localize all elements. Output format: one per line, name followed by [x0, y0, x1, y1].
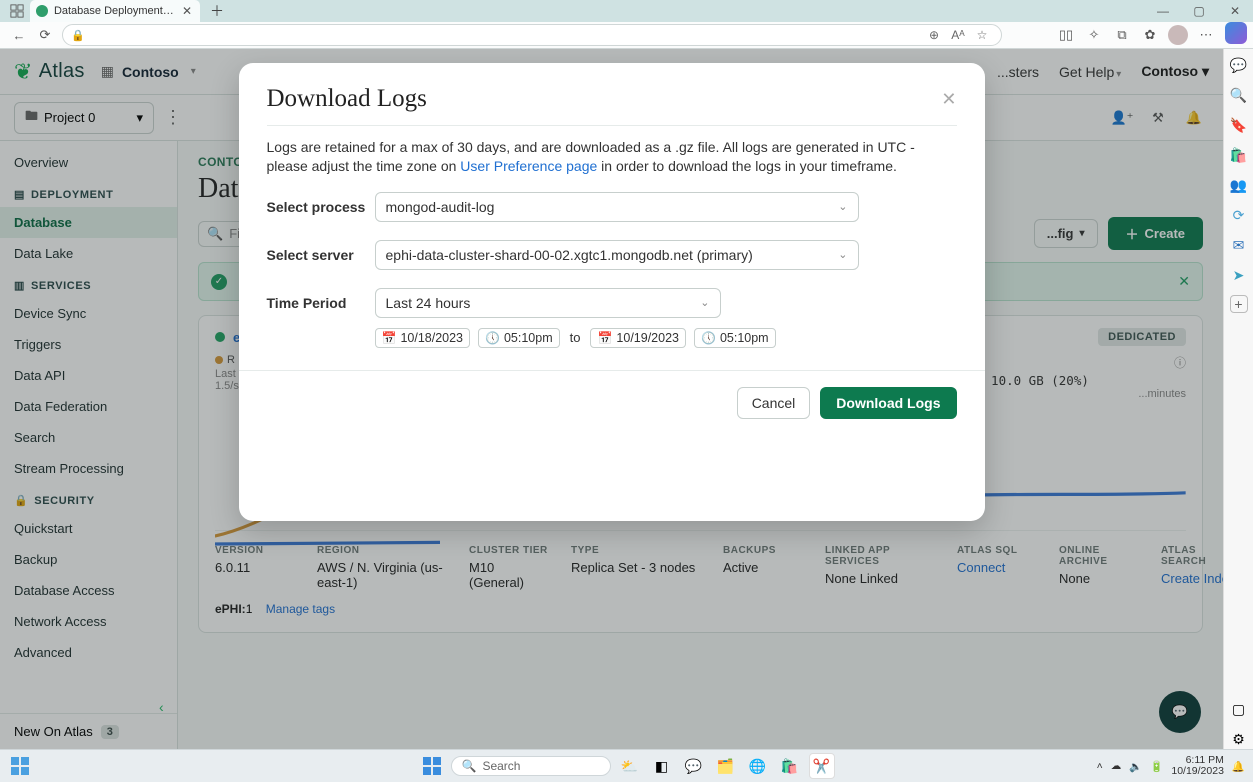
sidebar-add-button[interactable]: +: [1230, 295, 1248, 313]
window-minimize-button[interactable]: —: [1145, 0, 1181, 22]
favorites-bar-icon[interactable]: ✧: [1081, 22, 1107, 48]
window-controls: — ▢ ✕: [1145, 0, 1253, 22]
task-chat-icon[interactable]: 💬: [681, 753, 707, 779]
select-server-dropdown[interactable]: ephi-data-cluster-shard-00-02.xgtc1.mong…: [375, 240, 859, 270]
chevron-down-icon: ⌄: [700, 296, 709, 309]
task-edge-icon[interactable]: 🌐: [745, 753, 771, 779]
windows-taskbar: 🔍Search ⛅ ◧ 💬 🗂️ 🌐 🛍️ ✂️ ˄ ☁ 🔈 🔋 6:11 PM…: [0, 749, 1253, 782]
download-logs-button[interactable]: Download Logs: [820, 387, 956, 419]
window-close-button[interactable]: ✕: [1217, 0, 1253, 22]
taskbar-search-input[interactable]: 🔍Search: [451, 756, 611, 776]
tab-title: Database Deployments | Cloud:: [54, 5, 174, 17]
tag-icon[interactable]: 🔖: [1229, 115, 1249, 135]
extensions-icon[interactable]: ✿: [1137, 22, 1163, 48]
time-period-value: Last 24 hours: [386, 295, 471, 311]
task-weather-icon[interactable]: ⛅: [617, 753, 643, 779]
start-button[interactable]: [419, 753, 445, 779]
collections-icon[interactable]: ⧉: [1109, 22, 1135, 48]
tray-cloud-icon[interactable]: ☁: [1111, 760, 1122, 772]
favorite-icon[interactable]: ☆: [971, 24, 993, 46]
cancel-button[interactable]: Cancel: [737, 387, 811, 419]
select-process-value: mongod-audit-log: [386, 199, 495, 215]
text-size-icon[interactable]: Aᴬ: [947, 24, 969, 46]
profile-avatar[interactable]: [1165, 22, 1191, 48]
chevron-down-icon: ⌄: [838, 200, 847, 213]
nav-refresh-button[interactable]: ⟳: [32, 22, 58, 48]
browser-tabbar: Database Deployments | Cloud: ✕ ＋ — ▢ ✕: [0, 0, 1253, 22]
select-process-dropdown[interactable]: mongod-audit-log ⌄: [375, 192, 859, 222]
from-date-input[interactable]: 📅10/18/2023: [375, 328, 471, 348]
nav-back-button[interactable]: ←: [6, 22, 32, 48]
more-icon[interactable]: ⋯: [1193, 22, 1219, 48]
tab-overview-icon[interactable]: [4, 0, 30, 22]
search-icon: 🔍: [462, 759, 477, 773]
window-maximize-button[interactable]: ▢: [1181, 0, 1217, 22]
chevron-down-icon: ⌄: [838, 248, 847, 261]
zoom-icon[interactable]: ⊕: [923, 24, 945, 46]
mongodb-favicon-icon: [36, 5, 48, 17]
url-input[interactable]: 🔒 ⊕ Aᴬ ☆: [62, 24, 1002, 46]
time-period-label: Time Period: [267, 295, 375, 311]
to-label: to: [570, 330, 581, 345]
user-preference-link[interactable]: User Preference page: [460, 158, 597, 174]
clock-icon: 🕔: [701, 331, 716, 345]
download-logs-modal: Download Logs ✕ Logs are retained for a …: [239, 63, 985, 521]
lock-icon: 🔒: [71, 29, 85, 42]
time-period-dropdown[interactable]: Last 24 hours ⌄: [375, 288, 721, 318]
modal-title: Download Logs: [267, 85, 427, 113]
sidebar-panel-icon[interactable]: ▢: [1229, 699, 1249, 719]
split-screen-icon[interactable]: ▯▯: [1053, 22, 1079, 48]
tray-chevron-icon[interactable]: ˄: [1097, 760, 1103, 772]
modal-description: Logs are retained for a max of 30 days, …: [267, 138, 957, 176]
select-process-label: Select process: [267, 199, 375, 215]
task-store-icon[interactable]: 🛍️: [777, 753, 803, 779]
refresh-icon[interactable]: ⟳: [1229, 205, 1249, 225]
task-snip-icon[interactable]: ✂️: [809, 753, 835, 779]
select-server-label: Select server: [267, 247, 375, 263]
task-explorer-icon[interactable]: 🗂️: [713, 753, 739, 779]
tray-notifications-icon[interactable]: 🔔: [1232, 760, 1245, 773]
modal-overlay: Download Logs ✕ Logs are retained for a …: [0, 49, 1223, 749]
send-icon[interactable]: ➤: [1229, 265, 1249, 285]
outlook-icon[interactable]: ✉: [1229, 235, 1249, 255]
copilot-icon[interactable]: [1225, 22, 1247, 44]
search-icon[interactable]: 🔍: [1229, 85, 1249, 105]
edge-sidebar: 💬 🔍 🔖 🛍️ 👥 ⟳ ✉ ➤ + ▢ ⚙: [1223, 49, 1253, 749]
people-icon[interactable]: 👥: [1229, 175, 1249, 195]
calendar-icon: 📅: [382, 331, 397, 345]
widgets-button[interactable]: [8, 754, 32, 778]
calendar-icon: 📅: [597, 331, 612, 345]
browser-tab[interactable]: Database Deployments | Cloud: ✕: [30, 0, 200, 22]
sidebar-settings-icon[interactable]: ⚙: [1229, 729, 1249, 749]
clock-icon: 🕔: [485, 331, 500, 345]
tray-clock[interactable]: 6:11 PM 10/19/2023: [1171, 755, 1224, 777]
tray-battery-icon[interactable]: 🔋: [1150, 760, 1163, 773]
to-date-input[interactable]: 📅10/19/2023: [590, 328, 686, 348]
chat-icon[interactable]: 💬: [1229, 55, 1249, 75]
modal-close-icon[interactable]: ✕: [941, 89, 956, 110]
task-view-icon[interactable]: ◧: [649, 753, 675, 779]
tray-volume-icon[interactable]: 🔈: [1129, 760, 1142, 773]
shopping-icon[interactable]: 🛍️: [1229, 145, 1249, 165]
from-time-input[interactable]: 🕔05:10pm: [478, 328, 560, 348]
tab-close-icon[interactable]: ✕: [182, 4, 192, 18]
to-time-input[interactable]: 🕔05:10pm: [694, 328, 776, 348]
browser-addressbar: ← ⟳ 🔒 ⊕ Aᴬ ☆ ▯▯ ✧ ⧉ ✿ ⋯: [0, 22, 1253, 49]
new-tab-button[interactable]: ＋: [206, 0, 228, 22]
select-server-value: ephi-data-cluster-shard-00-02.xgtc1.mong…: [386, 247, 753, 263]
